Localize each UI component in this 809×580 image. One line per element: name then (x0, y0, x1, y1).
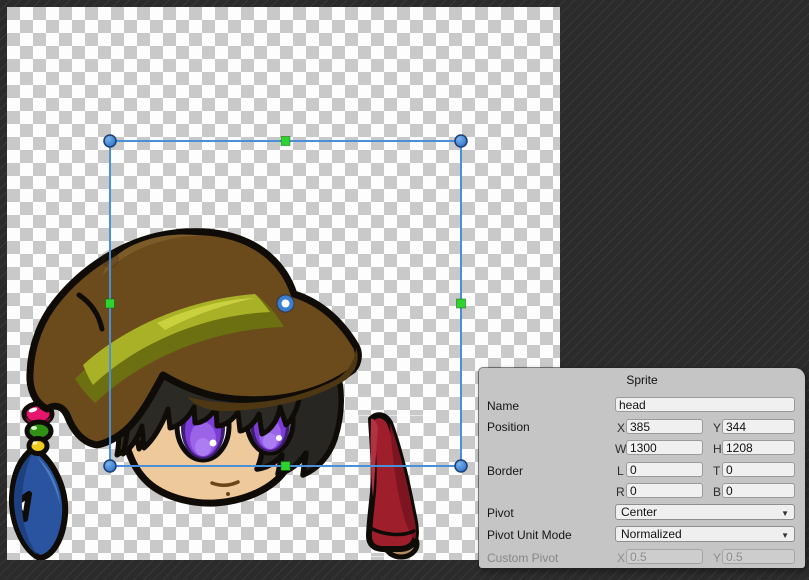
pivot-unit-mode-dropdown-value: Normalized (621, 527, 682, 541)
dropdown-arrow-icon: ▼ (781, 529, 789, 543)
custom-pivot-x-field (626, 549, 703, 564)
selection-edge-handle-right[interactable] (457, 299, 466, 308)
sprite-inspector-panel: Sprite Name Position X Y W H Border L T … (479, 368, 805, 568)
pivot-unit-mode-dropdown[interactable]: Normalized ▼ (615, 526, 795, 542)
name-field[interactable] (615, 397, 795, 412)
pivot-dropdown[interactable]: Center ▼ (615, 504, 795, 520)
selection-corner-handle-bottom-left[interactable] (104, 460, 116, 472)
selection-edge-handle-top[interactable] (281, 137, 290, 146)
border-t-field[interactable] (722, 462, 795, 477)
width-field[interactable] (626, 440, 703, 455)
name-label: Name (487, 399, 519, 413)
chin-dot (226, 492, 230, 496)
sprite-artwork (12, 232, 424, 558)
panel-title: Sprite (479, 373, 805, 387)
selection-corner-handle-top-left[interactable] (104, 135, 116, 147)
pivot-handle[interactable] (277, 295, 294, 312)
position-x-field[interactable] (626, 419, 703, 434)
selection-edge-handle-bottom[interactable] (281, 462, 290, 471)
height-field[interactable] (722, 440, 795, 455)
selection-edge-handle-left[interactable] (106, 299, 115, 308)
border-label: Border (487, 464, 523, 478)
custom-pivot-label: Custom Pivot (487, 551, 558, 565)
position-w-prefix: W (615, 442, 625, 456)
selection-corner-handle-bottom-right[interactable] (455, 460, 467, 472)
position-y-field[interactable] (722, 419, 795, 434)
border-r-field[interactable] (626, 483, 703, 498)
unity-sprite-editor: { "panel": { "title": "Sprite", "name": … (0, 0, 809, 580)
pivot-unit-mode-label: Pivot Unit Mode (487, 528, 572, 542)
bead-yellow (29, 439, 47, 454)
selection-corner-handle-top-right[interactable] (455, 135, 467, 147)
sprite-editor-view (7, 7, 560, 560)
border-r-prefix: R (616, 485, 626, 499)
pivot-dropdown-value: Center (621, 505, 657, 519)
dropdown-arrow-icon: ▼ (781, 507, 789, 521)
border-b-field[interactable] (722, 483, 795, 498)
custom-pivot-y-field (722, 549, 795, 564)
sleeve-and-hand (369, 415, 417, 557)
feather-ornament (12, 448, 65, 558)
pivot-label: Pivot (487, 506, 514, 520)
position-label: Position (487, 420, 530, 434)
border-l-field[interactable] (626, 462, 703, 477)
sprite-editor-canvas[interactable] (7, 7, 560, 560)
